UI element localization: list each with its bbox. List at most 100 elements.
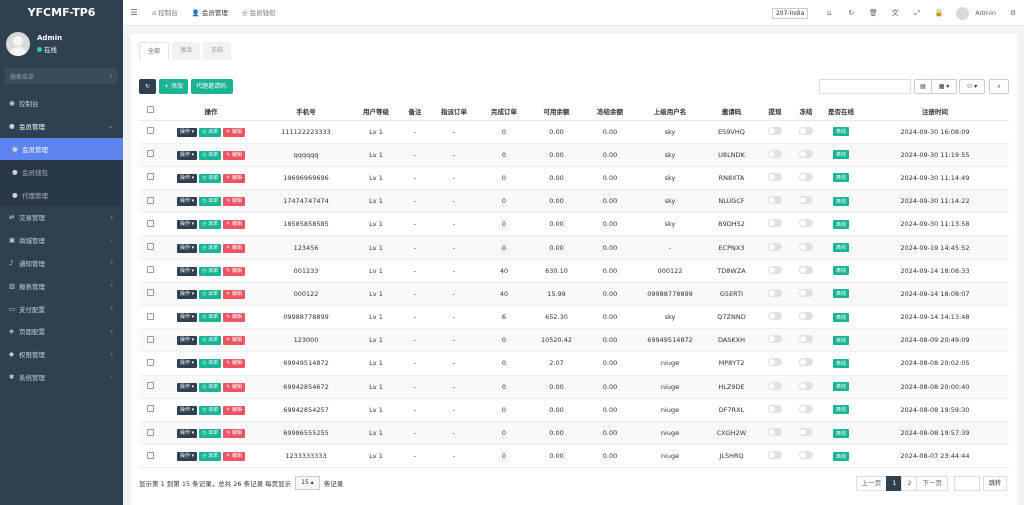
column-header-9[interactable]: 邀请码 [704, 102, 759, 121]
withdraw-toggle[interactable] [768, 265, 782, 274]
freeze-toggle[interactable] [799, 172, 813, 181]
row-checkbox[interactable] [146, 150, 154, 158]
sidebar-item-7[interactable]: ♪ 通知管理 ‹ [0, 252, 123, 275]
row-checkbox[interactable] [146, 312, 154, 320]
row-op-dropdown[interactable]: 操作 ▾ [177, 405, 198, 415]
withdraw-toggle-cell[interactable] [759, 120, 791, 144]
row-dispatch-button[interactable]: ◷ 派单 [199, 382, 222, 392]
freeze-toggle[interactable] [799, 381, 813, 390]
row-select-cell[interactable] [139, 351, 161, 376]
row-checkbox[interactable] [146, 405, 154, 413]
row-op-dropdown[interactable]: 操作 ▾ [177, 336, 198, 346]
row-dispatch-button[interactable]: ◷ 派单 [199, 289, 222, 299]
row-select-cell[interactable] [139, 120, 161, 144]
trash-icon[interactable]: 🗑 [862, 9, 884, 17]
row-checkbox[interactable] [146, 382, 154, 390]
freeze-toggle-cell[interactable] [791, 305, 821, 330]
row-select-cell[interactable] [139, 212, 161, 237]
freeze-toggle[interactable] [799, 428, 813, 437]
withdraw-toggle[interactable] [768, 428, 782, 437]
withdraw-toggle[interactable] [768, 312, 782, 321]
freeze-toggle-cell[interactable] [791, 189, 821, 214]
row-edit-button[interactable]: ✎ 编辑 [223, 359, 245, 369]
row-edit-button[interactable]: ✎ 编辑 [223, 197, 245, 207]
row-select-cell[interactable] [139, 282, 161, 307]
row-checkbox[interactable] [146, 428, 154, 436]
row-op-dropdown[interactable]: 操作 ▾ [177, 266, 198, 276]
row-select-cell[interactable] [139, 235, 161, 260]
freeze-toggle-cell[interactable] [791, 235, 821, 260]
row-dispatch-button[interactable]: ◷ 派单 [199, 150, 222, 160]
row-edit-button[interactable]: ✎ 编辑 [223, 382, 245, 392]
page-jump-input[interactable] [953, 476, 980, 491]
home-icon[interactable]: ⌂ [818, 9, 840, 17]
sidebar-item-12[interactable]: ✱ 系统管理 ‹ [0, 366, 123, 389]
row-select-cell[interactable] [139, 143, 161, 167]
row-edit-button[interactable]: ✎ 编辑 [223, 336, 245, 346]
row-checkbox[interactable] [146, 219, 154, 227]
column-header-4[interactable]: 指派订单 [429, 102, 479, 121]
table-search-input[interactable] [819, 79, 911, 94]
translate-icon[interactable]: 文 [884, 8, 906, 18]
withdraw-toggle-cell[interactable] [759, 166, 791, 191]
row-select-cell[interactable] [139, 421, 161, 446]
row-select-cell[interactable] [139, 305, 161, 330]
column-header-10[interactable]: 提现 [759, 102, 791, 121]
row-op-dropdown[interactable]: 操作 ▾ [177, 359, 198, 369]
withdraw-toggle[interactable] [768, 242, 782, 251]
tab-active[interactable]: 激活 [172, 42, 201, 60]
refresh-icon[interactable]: ↻ [840, 9, 862, 17]
gear-icon[interactable]: ⚙ [1002, 9, 1024, 17]
row-dispatch-button[interactable]: ◷ 派单 [199, 243, 222, 253]
withdraw-toggle[interactable] [768, 219, 782, 228]
row-checkbox[interactable] [146, 266, 154, 274]
freeze-toggle[interactable] [799, 451, 813, 460]
withdraw-toggle-cell[interactable] [759, 421, 791, 446]
sidebar-item-10[interactable]: ◈ 页面配置 ‹ [0, 320, 123, 343]
sidebar-item-8[interactable]: ▥ 报表管理 ‹ [0, 274, 123, 297]
withdraw-toggle-cell[interactable] [759, 444, 791, 469]
freeze-toggle-cell[interactable] [791, 375, 821, 399]
lock-icon[interactable]: 🔒 [928, 9, 950, 17]
page-2-button[interactable]: 2 [901, 476, 918, 491]
next-page-button[interactable]: 下一页 [916, 476, 948, 491]
row-checkbox[interactable] [146, 358, 154, 366]
column-header-3[interactable]: 备注 [401, 102, 429, 121]
row-edit-button[interactable]: ✎ 编辑 [223, 220, 245, 230]
withdraw-toggle[interactable] [768, 172, 782, 181]
withdraw-toggle-cell[interactable] [759, 282, 791, 307]
freeze-toggle[interactable] [799, 404, 813, 413]
row-edit-button[interactable]: ✎ 编辑 [223, 173, 245, 183]
withdraw-toggle-cell[interactable] [759, 189, 791, 214]
freeze-toggle-cell[interactable] [791, 212, 821, 237]
freeze-toggle-cell[interactable] [791, 398, 821, 422]
withdraw-toggle[interactable] [768, 149, 782, 158]
row-checkbox[interactable] [146, 243, 154, 251]
withdraw-toggle-cell[interactable] [759, 235, 791, 260]
row-edit-button[interactable]: ✎ 编辑 [223, 289, 245, 299]
column-header-13[interactable]: 注册时间 [861, 102, 1009, 121]
columns-button[interactable]: ▦ ▾ [931, 79, 957, 94]
row-dispatch-button[interactable]: ◷ 派单 [199, 452, 222, 462]
withdraw-toggle[interactable] [768, 358, 782, 367]
withdraw-toggle-cell[interactable] [759, 398, 791, 422]
row-dispatch-button[interactable]: ◷ 派单 [199, 266, 222, 276]
select-all-header[interactable] [139, 102, 161, 121]
withdraw-toggle-cell[interactable] [759, 305, 791, 330]
freeze-toggle[interactable] [799, 196, 813, 205]
row-select-cell[interactable] [139, 444, 161, 469]
row-select-cell[interactable] [139, 259, 161, 283]
refresh-button[interactable]: ↻ [139, 79, 156, 94]
withdraw-toggle[interactable] [768, 451, 782, 460]
sidebar-item-11[interactable]: ◆ 权限管理 ‹ [0, 343, 123, 366]
toggle-view-button[interactable]: ▤ [914, 79, 932, 94]
column-header-1[interactable]: 手机号 [261, 102, 351, 121]
row-dispatch-button[interactable]: ◷ 派单 [199, 197, 222, 207]
page-1-button[interactable]: 1 [886, 476, 903, 491]
row-op-dropdown[interactable]: 操作 ▾ [177, 313, 198, 323]
invite-code-button[interactable]: 代理邀请码: [190, 79, 233, 94]
row-edit-button[interactable]: ✎ 编辑 [223, 266, 245, 276]
freeze-toggle[interactable] [799, 335, 813, 344]
row-op-dropdown[interactable]: 操作 ▾ [177, 173, 198, 183]
freeze-toggle-cell[interactable] [791, 421, 821, 446]
